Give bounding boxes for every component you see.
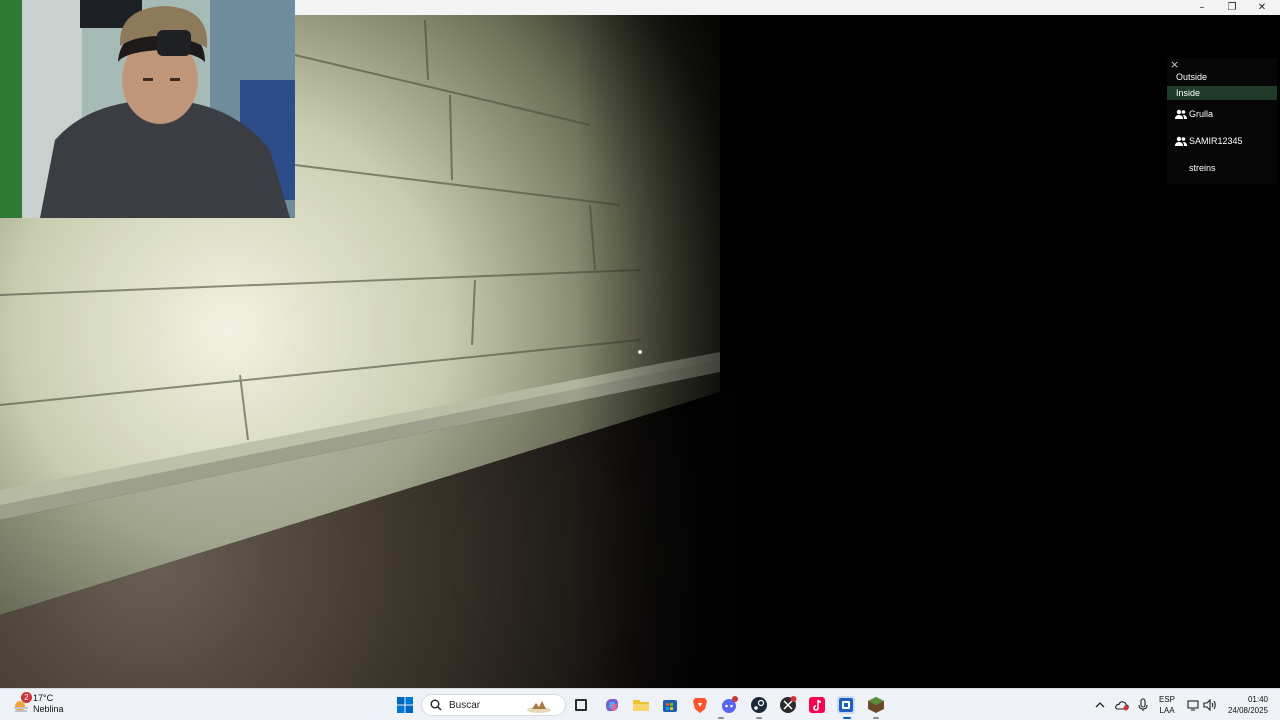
- voice-user-row[interactable]: streins: [1167, 156, 1277, 180]
- restore-icon: ❐: [1227, 2, 1237, 13]
- volume-button[interactable]: [1202, 689, 1218, 720]
- voice-option-outside[interactable]: Outside: [1167, 70, 1277, 84]
- desktop-screen: – ❐ ✕ × Outside Inside Grulla SAMIR12345…: [0, 0, 1280, 720]
- show-hidden-icons-button[interactable]: [1092, 689, 1108, 720]
- weather-widget[interactable]: 2 17°C Neblina: [12, 692, 64, 715]
- clock-date: 24/08/2025: [1227, 706, 1268, 715]
- crosshair: [638, 350, 642, 354]
- active-indicator: [843, 717, 851, 719]
- taskbar: 2 17°C Neblina Buscar ESP LAA 01:40 24/0…: [0, 688, 1280, 720]
- voice-user-row[interactable]: Grulla: [1167, 102, 1277, 126]
- weather-temperature: 17°C: [33, 693, 54, 703]
- voice-user-row[interactable]: SAMIR12345: [1167, 129, 1277, 153]
- store-button[interactable]: [661, 696, 679, 714]
- window-titlebar: – ❐ ✕: [295, 0, 1280, 15]
- voice-option-inside[interactable]: Inside: [1167, 86, 1277, 100]
- language-code: ESP: [1159, 695, 1176, 704]
- discord-button[interactable]: [720, 696, 738, 714]
- start-button[interactable]: [396, 696, 414, 714]
- start-icon: [397, 697, 413, 713]
- minimize-icon: –: [1199, 2, 1205, 13]
- microphone-icon: [1138, 698, 1148, 711]
- users-icon: [1175, 136, 1187, 146]
- steam-icon: [751, 697, 767, 713]
- game-launcher-icon: [839, 698, 853, 712]
- store-icon: [663, 700, 677, 712]
- voice-user-name: SAMIR12345: [1189, 136, 1243, 146]
- xbox-icon: [780, 696, 797, 713]
- discord-icon: [722, 696, 738, 713]
- tiktok-button[interactable]: [808, 696, 826, 714]
- search-placeholder: Buscar: [449, 699, 481, 711]
- language-indicator[interactable]: ESP LAA: [1159, 694, 1175, 716]
- weather-badge: 2: [21, 692, 32, 703]
- voice-user-name: streins: [1189, 163, 1216, 173]
- search-highlight-icon: [527, 701, 551, 713]
- minimize-button[interactable]: –: [1187, 0, 1217, 15]
- users-icon: [1175, 109, 1187, 119]
- copilot-icon: [606, 699, 618, 711]
- task-view-button[interactable]: [572, 696, 590, 714]
- running-indicator: [718, 717, 724, 719]
- voice-user-name: Grulla: [1189, 109, 1214, 119]
- webcam-overlay: [0, 0, 295, 218]
- copilot-button[interactable]: [603, 696, 621, 714]
- brave-icon: [693, 698, 707, 713]
- brave-button[interactable]: [691, 696, 709, 714]
- clock[interactable]: 01:40 24/08/2025: [1224, 694, 1268, 716]
- xbox-button[interactable]: [779, 696, 797, 714]
- onedrive-icon: [1115, 701, 1129, 711]
- game-launcher-button[interactable]: [837, 696, 855, 714]
- weather-condition: Neblina: [33, 704, 64, 714]
- steam-button[interactable]: [750, 696, 768, 714]
- microphone-button[interactable]: [1135, 689, 1151, 720]
- minecraft-button[interactable]: [867, 696, 885, 714]
- speaker-icon: [1203, 699, 1216, 711]
- minecraft-icon: [868, 697, 884, 713]
- chevron-up-icon: [1095, 702, 1105, 708]
- running-indicator: [756, 717, 762, 719]
- weather-icon: 2: [12, 692, 32, 713]
- close-icon: ✕: [1257, 2, 1267, 13]
- tray-security-button[interactable]: [1113, 689, 1131, 720]
- file-explorer-icon: [633, 700, 649, 711]
- network-icon: [1186, 700, 1199, 711]
- search-icon: [430, 699, 442, 711]
- network-button[interactable]: [1185, 689, 1201, 720]
- search-input[interactable]: Buscar: [421, 694, 566, 716]
- restore-button[interactable]: ❐: [1217, 0, 1247, 15]
- task-view-icon: [575, 699, 587, 711]
- webcam-feed-image: [0, 0, 295, 218]
- keyboard-layout: LAA: [1159, 706, 1175, 715]
- voice-chat-panel: × Outside Inside Grulla SAMIR12345 strei…: [1167, 58, 1277, 184]
- close-window-button[interactable]: ✕: [1247, 0, 1277, 15]
- tiktok-icon: [809, 697, 825, 713]
- clock-time: 01:40: [1247, 695, 1268, 704]
- running-indicator: [873, 717, 879, 719]
- file-explorer-button[interactable]: [632, 696, 650, 714]
